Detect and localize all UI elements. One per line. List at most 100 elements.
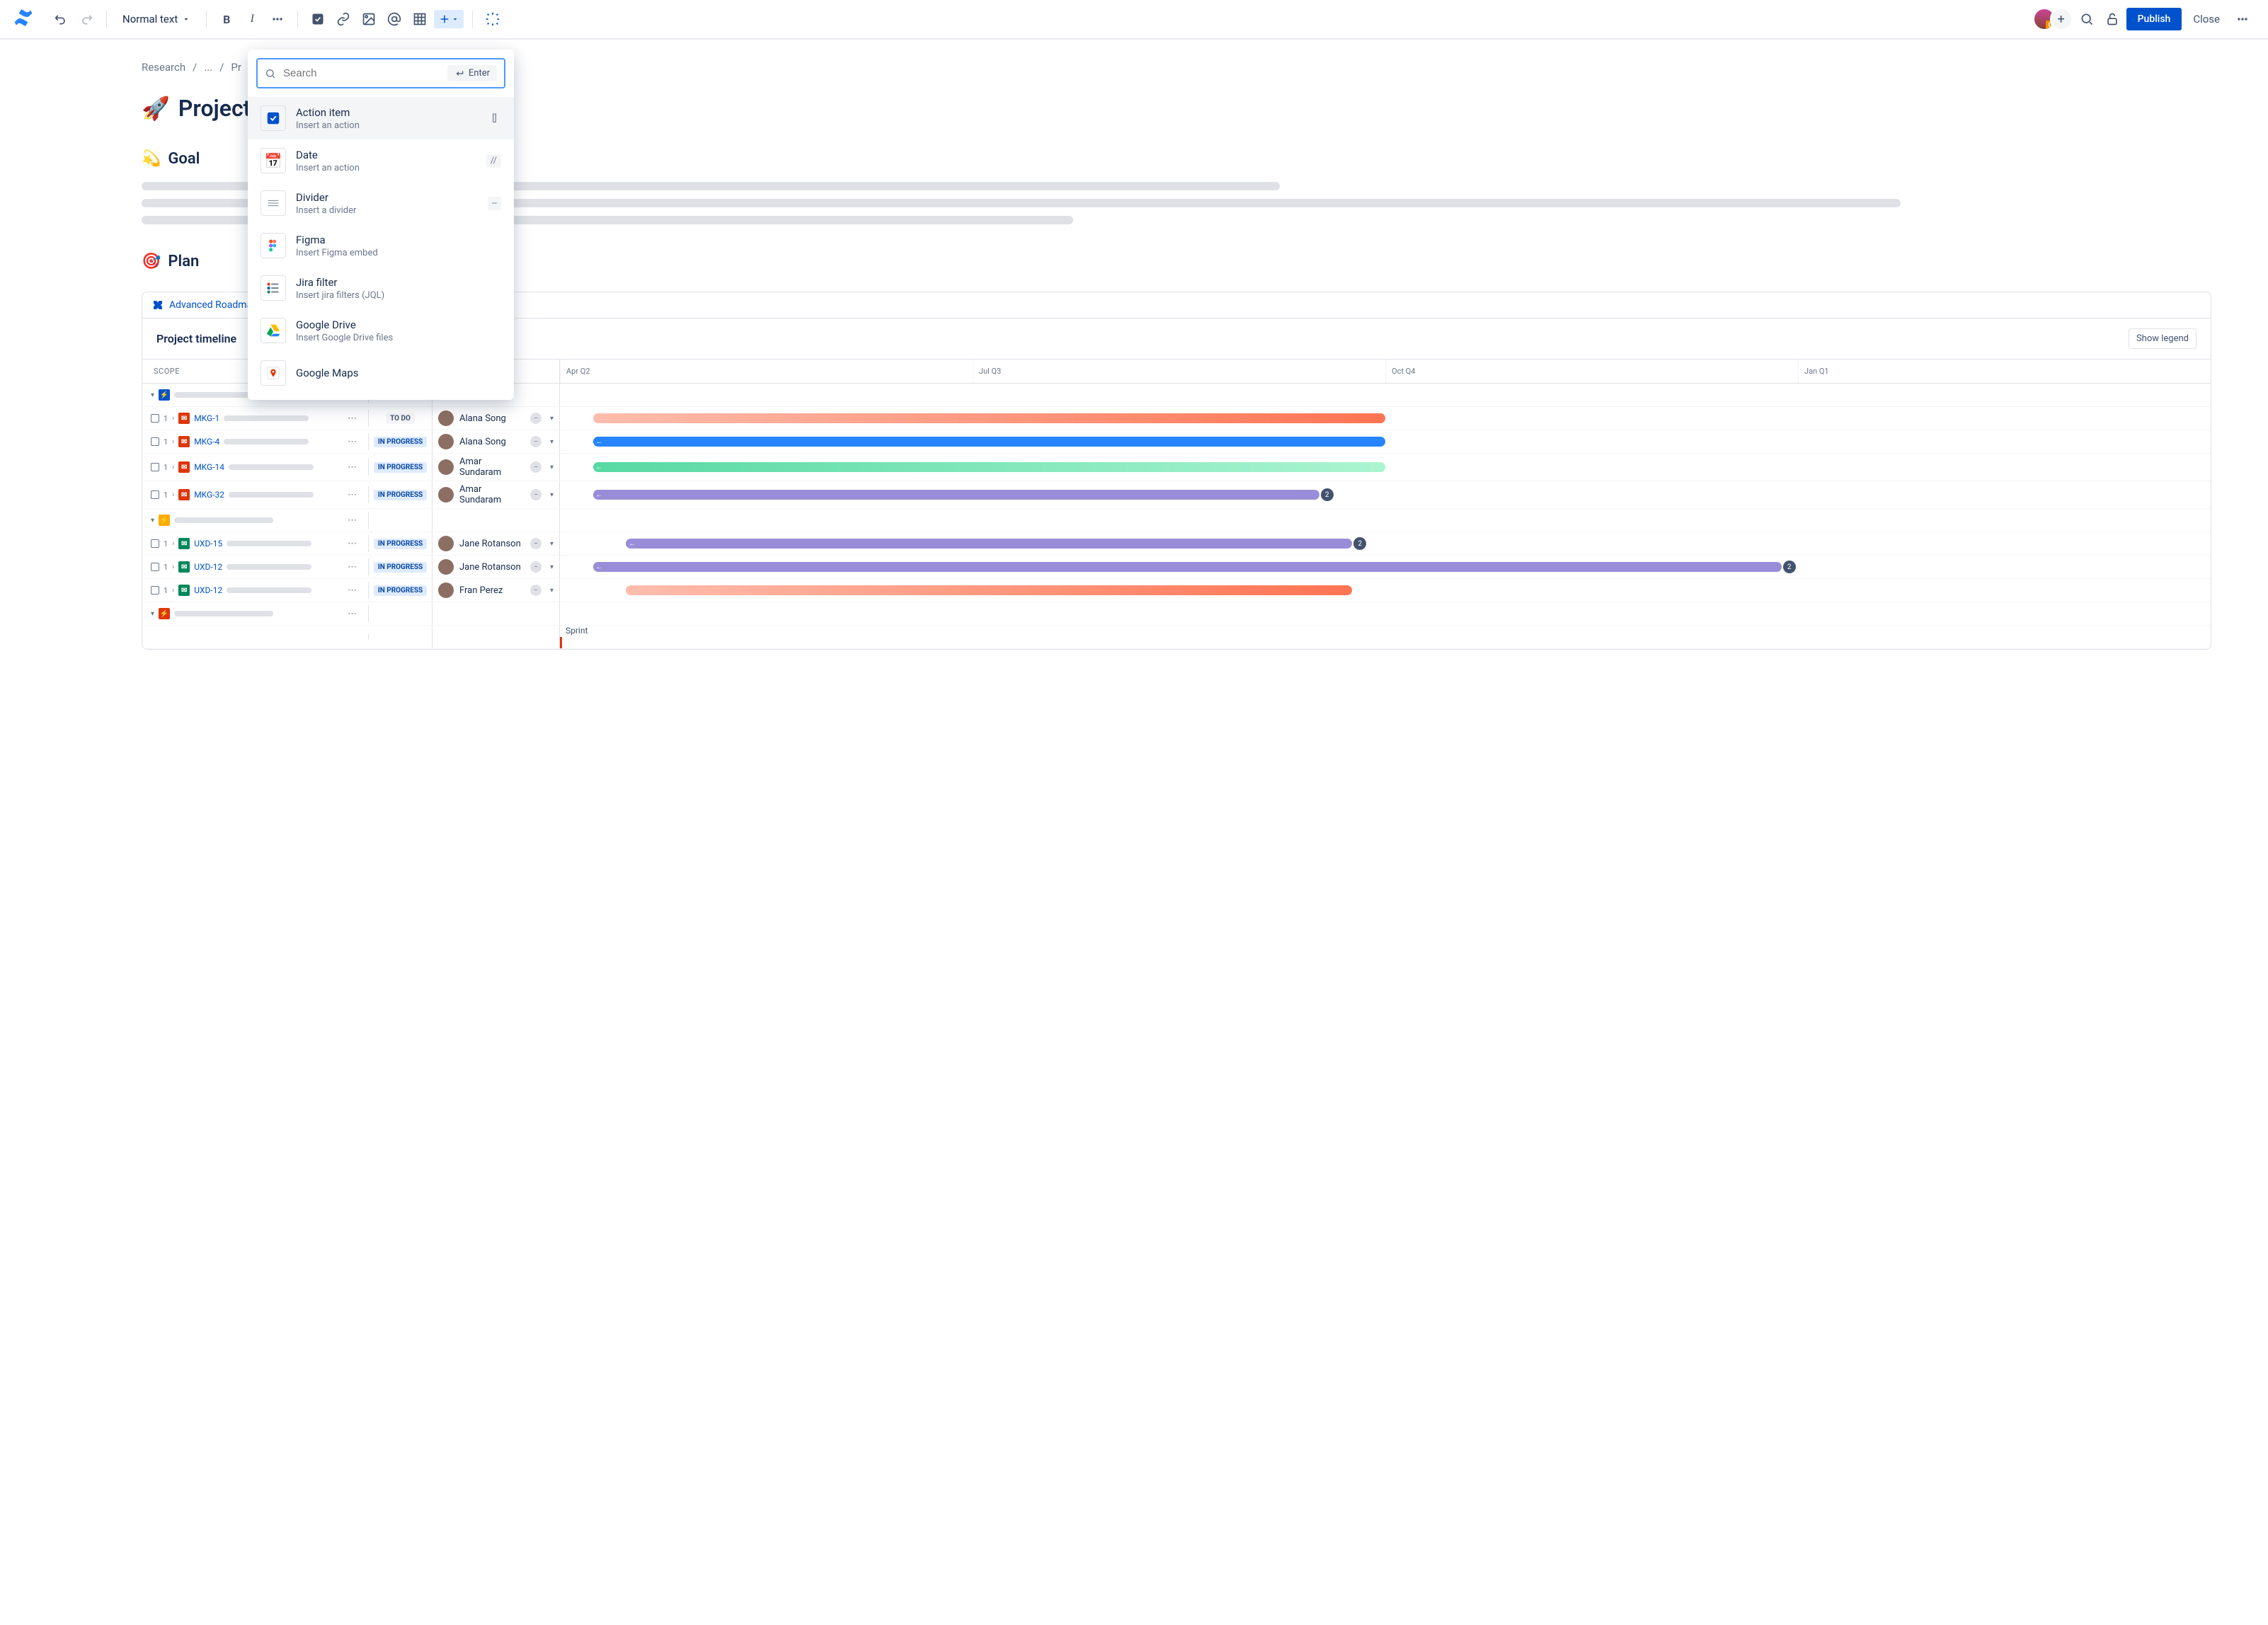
checkbox[interactable] <box>151 437 159 446</box>
checkbox[interactable] <box>151 563 159 571</box>
issue-key[interactable]: MKG-1 <box>194 413 219 423</box>
expand-icon[interactable]: › <box>172 415 174 423</box>
issue-key[interactable]: MKG-32 <box>194 490 224 500</box>
checkbox[interactable] <box>151 586 159 595</box>
close-button[interactable]: Close <box>2184 7 2228 31</box>
status-badge[interactable]: IN PROGRESS <box>374 539 427 549</box>
row-menu-button[interactable]: ⋯ <box>345 515 360 526</box>
clear-assignee-button[interactable]: − <box>530 461 542 473</box>
assignee-dropdown[interactable]: ▾ <box>550 563 554 571</box>
expand-icon[interactable]: › <box>172 464 174 471</box>
issue-key[interactable]: UXD-15 <box>194 539 222 549</box>
more-formatting-button[interactable] <box>266 8 289 30</box>
insert-menu-item[interactable]: Jira filter Insert jira filters (JQL) <box>248 267 514 309</box>
assignee-dropdown[interactable]: ▾ <box>550 540 554 548</box>
row-menu-button[interactable]: ⋯ <box>345 413 360 424</box>
expand-icon[interactable]: › <box>172 438 174 446</box>
undo-button[interactable] <box>50 8 72 30</box>
add-collaborator-button[interactable]: + <box>2050 8 2073 30</box>
table-button[interactable] <box>408 8 431 30</box>
assignee-avatar[interactable] <box>438 410 454 426</box>
clear-assignee-button[interactable]: − <box>530 436 542 447</box>
checkbox[interactable] <box>151 463 159 471</box>
expand-icon[interactable]: › <box>172 540 174 548</box>
row-menu-button[interactable]: ⋯ <box>345 539 360 549</box>
row-menu-button[interactable]: ⋯ <box>345 609 360 619</box>
issue-key[interactable]: MKG-14 <box>194 462 224 472</box>
assignee-avatar[interactable] <box>438 487 454 503</box>
publish-button[interactable]: Publish <box>2126 8 2182 30</box>
expand-icon[interactable]: › <box>172 563 174 571</box>
restrictions-button[interactable] <box>2101 8 2124 30</box>
breadcrumb-item[interactable]: Research <box>142 61 185 74</box>
issue-key[interactable]: UXD-12 <box>194 562 222 572</box>
status-badge[interactable]: IN PROGRESS <box>374 490 427 500</box>
timeline-bar[interactable]: ← 2 <box>626 539 1352 549</box>
assignee-dropdown[interactable]: ▾ <box>550 587 554 595</box>
insert-menu-item[interactable]: Google Drive Insert Google Drive files <box>248 309 514 352</box>
timeline-bar[interactable]: ← <box>593 462 1385 472</box>
assignee-dropdown[interactable]: ▾ <box>550 415 554 423</box>
clear-assignee-button[interactable]: − <box>530 489 542 500</box>
status-badge[interactable]: IN PROGRESS <box>374 462 427 473</box>
expand-icon[interactable]: ▾ <box>151 391 154 399</box>
mention-button[interactable] <box>383 8 406 30</box>
row-menu-button[interactable]: ⋯ <box>345 585 360 596</box>
insert-search-input[interactable] <box>283 67 440 79</box>
breadcrumb-item[interactable]: Pr <box>231 61 241 74</box>
assignee-avatar[interactable] <box>438 434 454 449</box>
collapse-button[interactable] <box>481 8 504 30</box>
assignee-dropdown[interactable]: ▾ <box>550 438 554 446</box>
status-badge[interactable]: IN PROGRESS <box>374 437 427 447</box>
redo-button[interactable] <box>75 8 98 30</box>
link-button[interactable] <box>332 8 355 30</box>
show-legend-button[interactable]: Show legend <box>2129 328 2197 349</box>
checkbox[interactable] <box>151 539 159 548</box>
more-actions-button[interactable] <box>2231 8 2254 30</box>
clear-assignee-button[interactable]: − <box>530 538 542 549</box>
assignee-dropdown[interactable]: ▾ <box>550 491 554 499</box>
clear-assignee-button[interactable]: − <box>530 585 542 596</box>
issue-key[interactable]: MKG-4 <box>194 437 219 447</box>
assignee-dropdown[interactable]: ▾ <box>550 464 554 471</box>
insert-menu-item[interactable]: Action item Insert an action [] <box>248 97 514 139</box>
row-menu-button[interactable]: ⋯ <box>345 562 360 573</box>
expand-icon[interactable]: › <box>172 587 174 595</box>
assignee-avatar[interactable] <box>438 536 454 551</box>
assignee-avatar[interactable] <box>438 559 454 575</box>
text-style-select[interactable]: Normal text <box>115 8 197 30</box>
status-badge[interactable]: IN PROGRESS <box>374 585 427 596</box>
insert-menu-item[interactable]: Google Maps <box>248 352 514 394</box>
insert-search-box[interactable]: Enter <box>256 58 505 88</box>
timeline-bar[interactable] <box>593 413 1385 423</box>
breadcrumb-item[interactable]: ... <box>204 61 212 74</box>
expand-icon[interactable]: ▾ <box>151 610 154 618</box>
insert-menu-item[interactable]: Figma Insert Figma embed <box>248 224 514 267</box>
clear-assignee-button[interactable]: − <box>530 561 542 573</box>
timeline-bar[interactable] <box>626 585 1352 595</box>
image-button[interactable] <box>357 8 380 30</box>
bold-button[interactable]: B <box>215 8 238 30</box>
assignee-avatar[interactable] <box>438 459 454 475</box>
insert-menu-item[interactable]: Divider Insert a divider -- <box>248 182 514 224</box>
expand-icon[interactable]: › <box>172 491 174 499</box>
timeline-bar[interactable]: ← 2 <box>593 562 1782 572</box>
row-menu-button[interactable]: ⋯ <box>345 490 360 500</box>
clear-assignee-button[interactable]: − <box>530 413 542 424</box>
confluence-logo-icon[interactable] <box>14 8 33 30</box>
find-button[interactable] <box>2075 8 2098 30</box>
timeline-bar[interactable]: ← <box>593 437 1385 447</box>
row-menu-button[interactable]: ⋯ <box>345 462 360 473</box>
row-menu-button[interactable]: ⋯ <box>345 437 360 447</box>
insert-menu-item[interactable]: 📅 Date Insert an action // <box>248 139 514 182</box>
status-badge[interactable]: TO DO <box>386 413 415 424</box>
issue-key[interactable]: UXD-12 <box>194 585 222 595</box>
assignee-avatar[interactable] <box>438 582 454 598</box>
checkbox[interactable] <box>151 490 159 499</box>
italic-button[interactable]: I <box>241 8 263 30</box>
checkbox[interactable] <box>151 414 159 423</box>
status-badge[interactable]: IN PROGRESS <box>374 562 427 573</box>
action-item-button[interactable] <box>307 8 329 30</box>
expand-icon[interactable]: ▾ <box>151 517 154 524</box>
insert-button[interactable] <box>434 10 464 28</box>
